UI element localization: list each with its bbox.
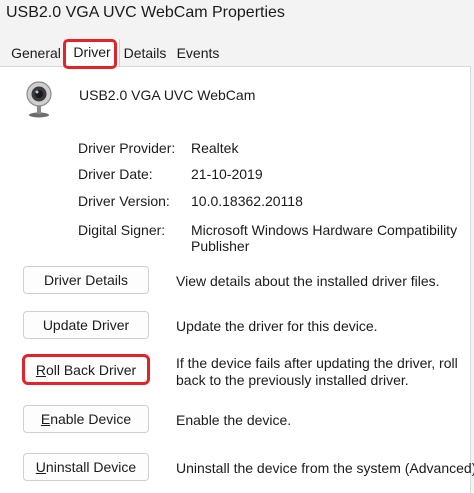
title-bar: USB2.0 VGA UVC WebCam Properties	[0, 0, 474, 34]
update-driver-description: Update the driver for this device.	[176, 318, 378, 334]
uninstall-device-description: Uninstall the device from the system (Ad…	[176, 460, 474, 476]
roll-back-description-line1: If the device fails after updating the d…	[176, 355, 458, 371]
enable-device-button[interactable]: Enable Device	[23, 405, 149, 433]
driver-date-value: 21-10-2019	[191, 166, 263, 182]
tab-details[interactable]: Details	[120, 42, 170, 64]
tab-general[interactable]: General	[9, 42, 63, 64]
driver-date-label: Driver Date:	[78, 166, 153, 182]
update-driver-button[interactable]: Update Driver	[23, 311, 149, 339]
roll-back-mnemonic: R	[35, 362, 46, 378]
driver-provider-label: Driver Provider:	[78, 140, 176, 156]
window-title: USB2.0 VGA UVC WebCam Properties	[6, 4, 285, 21]
properties-dialog: USB2.0 VGA UVC WebCam Properties General…	[0, 0, 474, 493]
uninstall-device-label-rest: ninstall Device	[45, 459, 137, 475]
digital-signer-value-line2: Publisher	[191, 238, 250, 254]
enable-device-label-rest: nable Device	[50, 411, 132, 427]
driver-details-description: View details about the installed driver …	[176, 273, 440, 289]
uninstall-device-button[interactable]: Uninstall Device	[23, 453, 149, 481]
driver-provider-value: Realtek	[191, 140, 239, 156]
roll-back-description-line2: back to the previously installed driver.	[176, 372, 409, 388]
driver-details-button[interactable]: Driver Details	[23, 266, 149, 294]
digital-signer-value-line1: Microsoft Windows Hardware Compatibility	[191, 222, 458, 238]
roll-back-label-rest: oll Back Driver	[45, 362, 137, 378]
enable-device-mnemonic: E	[40, 411, 51, 427]
webcam-icon	[26, 81, 52, 118]
tab-events[interactable]: Events	[172, 42, 224, 64]
driver-version-label: Driver Version:	[78, 193, 170, 209]
digital-signer-label: Digital Signer:	[78, 222, 166, 238]
uninstall-device-mnemonic: U	[35, 459, 46, 475]
enable-device-description: Enable the device.	[176, 412, 292, 428]
device-name: USB2.0 VGA UVC WebCam	[79, 87, 256, 103]
tab-driver[interactable]: Driver	[64, 39, 120, 67]
tab-strip: General Driver Details Events	[0, 34, 474, 68]
driver-version-value: 10.0.18362.20118	[191, 193, 303, 209]
roll-back-driver-button[interactable]: Roll Back Driver	[23, 356, 149, 384]
